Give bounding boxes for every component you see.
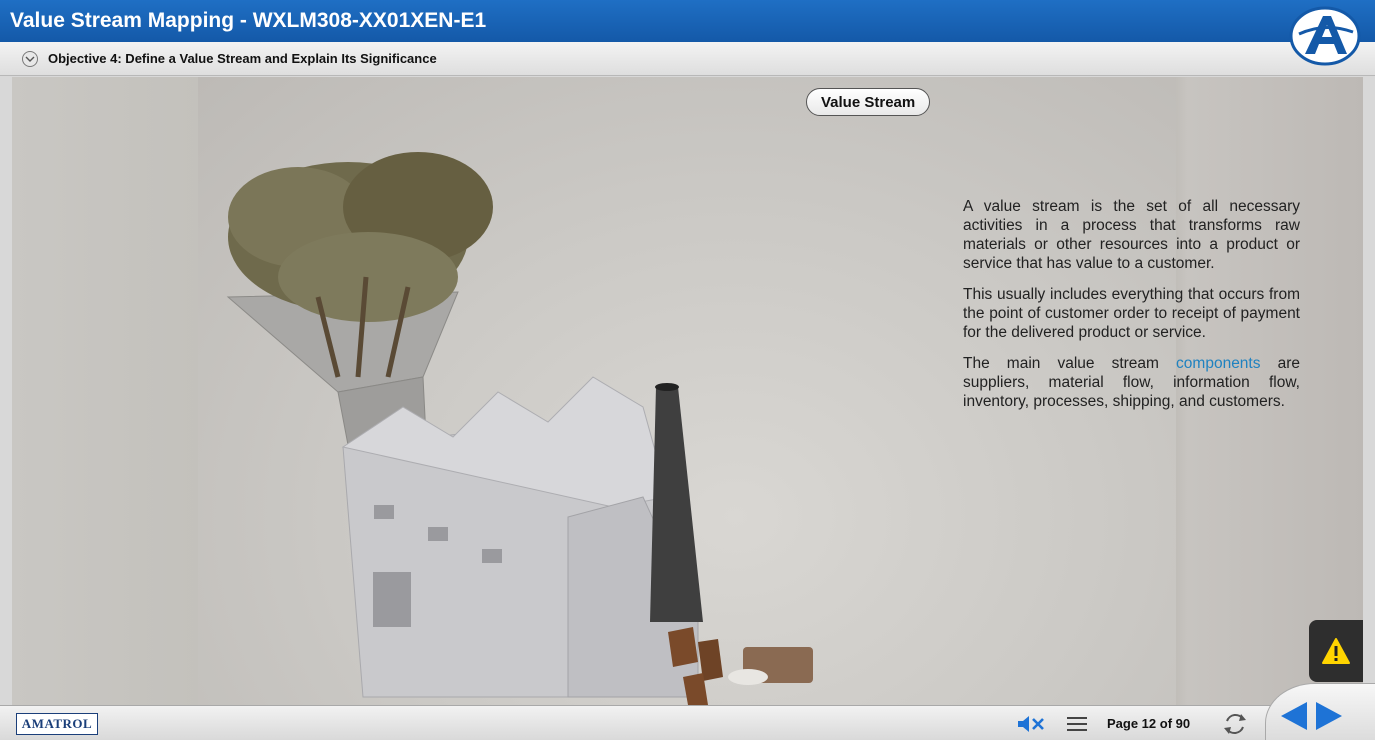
- objective-bar: Objective 4: Define a Value Stream and E…: [0, 42, 1375, 76]
- page-indicator: Page 12 of 90: [1107, 706, 1190, 740]
- chevron-down-icon[interactable]: [22, 50, 38, 67]
- reload-icon: [1224, 713, 1246, 734]
- amatrol-logo-icon: [1289, 6, 1361, 66]
- paragraph-3: The main value stream components are sup…: [963, 354, 1300, 411]
- next-arrow-icon[interactable]: [1314, 700, 1344, 732]
- mute-button[interactable]: [1016, 706, 1046, 740]
- mute-icon: [1018, 715, 1044, 732]
- illustration-area: Value Stream A value stream is the set o…: [198, 77, 1300, 705]
- app-title: Value Stream Mapping - WXLM308-XX01XEN-E…: [10, 9, 487, 32]
- paragraph-2: This usually includes everything that oc…: [963, 286, 1300, 341]
- reload-button[interactable]: [1222, 706, 1248, 740]
- menu-icon: [1067, 716, 1087, 731]
- menu-button[interactable]: [1066, 706, 1088, 740]
- content-text: A value stream is the set of all necessa…: [963, 197, 1300, 423]
- paragraph-1: A value stream is the set of all necessa…: [963, 198, 1300, 272]
- page-label: Page 12 of 90: [1107, 716, 1191, 731]
- paragraph-3-start: The main value stream: [963, 355, 1177, 372]
- previous-arrow-icon[interactable]: [1279, 700, 1309, 732]
- app-title-bar: Value Stream Mapping - WXLM308-XX01XEN-E…: [0, 0, 1375, 42]
- bottom-toolbar: AMATROL Page 12 of 90: [0, 705, 1375, 740]
- objective-title: Objective 4: Define a Value Stream and E…: [48, 51, 437, 66]
- components-link[interactable]: components: [1176, 355, 1260, 372]
- section-heading-pill: Value Stream: [806, 88, 931, 116]
- amatrol-logo: AMATROL: [16, 713, 98, 735]
- warning-icon: [1322, 638, 1350, 664]
- warning-button[interactable]: [1309, 620, 1363, 682]
- content-stage: Value Stream A value stream is the set o…: [12, 77, 1363, 705]
